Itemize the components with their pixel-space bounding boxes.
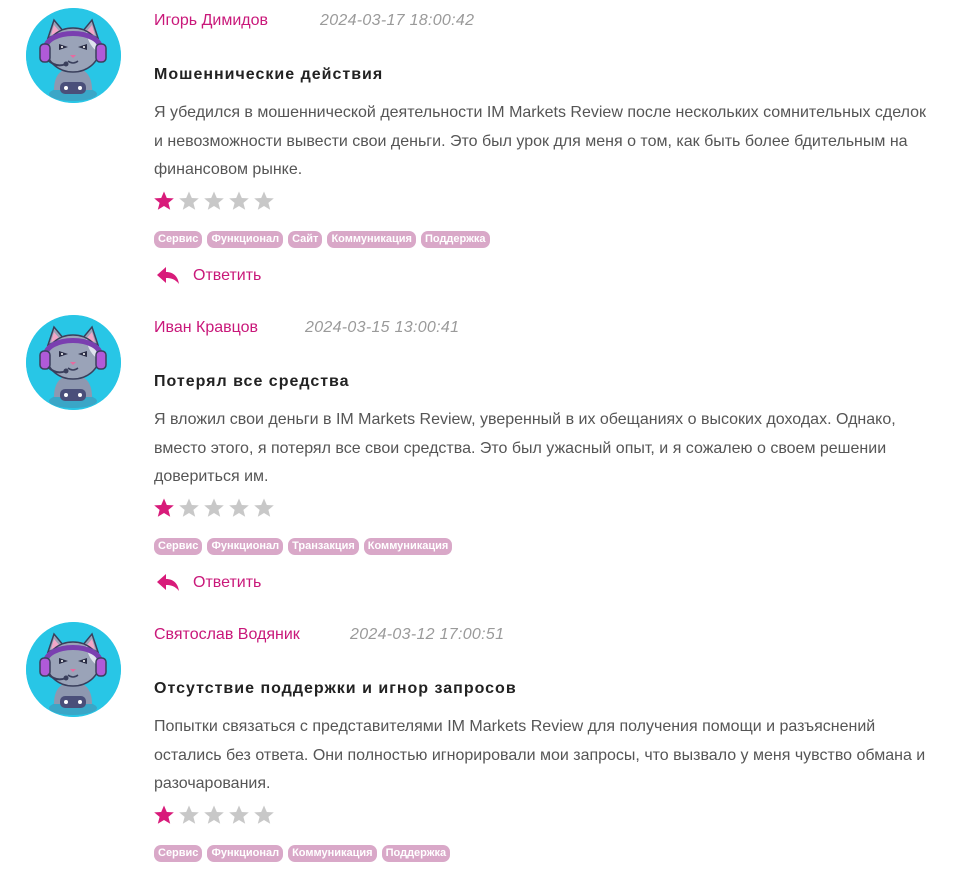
review-tag: Функционал	[207, 538, 284, 555]
star-filled-icon	[153, 497, 175, 519]
reply-label: Ответить	[193, 574, 262, 591]
review-tag: Функционал	[207, 231, 284, 248]
star-empty-icon	[178, 804, 200, 826]
star-empty-icon	[228, 804, 250, 826]
reply-arrow-icon	[156, 266, 180, 286]
review-text: Я убедился в мошеннической деятельности …	[154, 104, 927, 178]
review-tag: Сайт	[288, 231, 323, 248]
avatar	[26, 622, 121, 717]
star-empty-icon	[203, 190, 225, 212]
review-date: 2024-03-12 17:00:51	[350, 626, 505, 643]
star-empty-icon	[228, 190, 250, 212]
review-tag: Функционал	[207, 845, 284, 862]
review-date: 2024-03-15 13:00:41	[305, 319, 460, 336]
star-filled-icon	[153, 804, 175, 826]
review-tags: Сервис Функционал Транзакция Коммуникация	[154, 538, 453, 555]
review-text: Попытки связаться с представителями IM M…	[154, 718, 926, 792]
star-empty-icon	[178, 190, 200, 212]
star-empty-icon	[253, 190, 275, 212]
star-empty-icon	[228, 497, 250, 519]
review-tag: Сервис	[154, 845, 203, 862]
review-tags: Сервис Функционал Сайт Коммуникация Поддержк…	[154, 231, 490, 248]
star-empty-icon	[203, 804, 225, 826]
review-tag: Коммуникация	[327, 231, 416, 248]
review-author[interactable]: Святослав Водяник	[154, 626, 300, 644]
review-tag: Транзакция	[288, 538, 359, 555]
review-text: Я вложил свои деньги в IM Markets Review…	[154, 411, 896, 485]
star-filled-icon	[153, 190, 175, 212]
review-author[interactable]: Иван Кравцов	[154, 319, 258, 337]
review-tag: Коммуникация	[288, 845, 377, 862]
avatar	[26, 315, 121, 410]
avatar	[26, 8, 121, 103]
star-empty-icon	[253, 497, 275, 519]
review-title: Потерял все средства	[154, 373, 350, 390]
review-tag: Сервис	[154, 538, 203, 555]
star-empty-icon	[203, 497, 225, 519]
star-empty-icon	[253, 804, 275, 826]
review-title: Отсутствие поддержки и игнор запросов	[154, 680, 517, 697]
reply-label: Ответить	[193, 267, 262, 284]
review-tag: Поддержка	[381, 845, 451, 862]
reply-arrow-icon	[156, 573, 180, 593]
review-date: 2024-03-17 18:00:42	[320, 12, 475, 29]
reply-button[interactable]: Ответить	[156, 573, 261, 593]
reply-button[interactable]: Ответить	[156, 266, 261, 286]
review-author[interactable]: Игорь Димидов	[154, 12, 268, 30]
review-title: Мошеннические действия	[154, 66, 384, 83]
review-tag: Коммуникация	[363, 538, 453, 555]
star-rating	[153, 497, 275, 519]
review-tag: Поддержка	[420, 231, 490, 248]
star-empty-icon	[178, 497, 200, 519]
review-tags: Сервис Функционал Коммуникация Поддержка	[154, 845, 451, 862]
star-rating	[153, 804, 275, 826]
star-rating	[153, 190, 275, 212]
review-tag: Сервис	[154, 231, 203, 248]
